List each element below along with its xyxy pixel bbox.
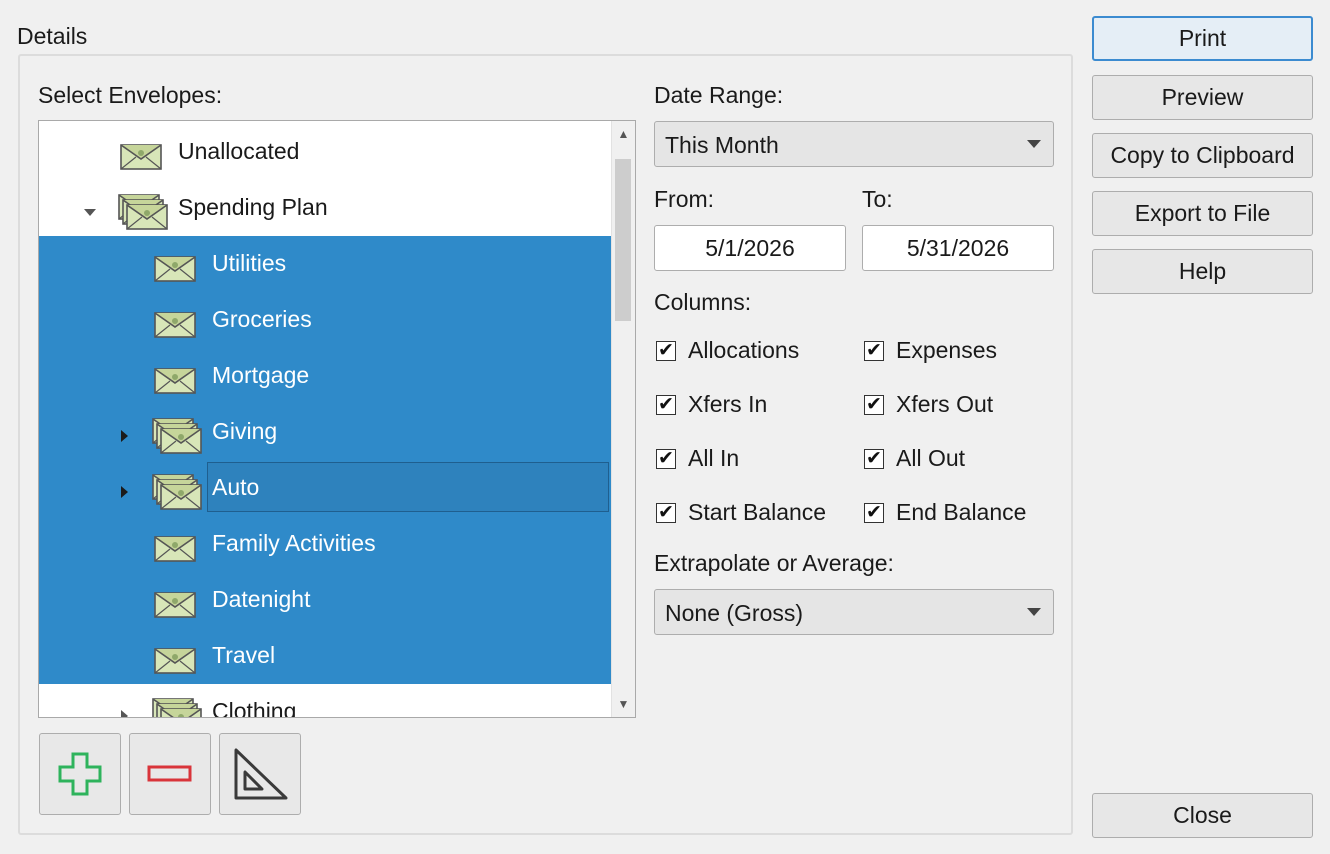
envelope-icon bbox=[151, 583, 199, 618]
envelope-stack-icon bbox=[117, 191, 168, 230]
set-square-button[interactable] bbox=[219, 733, 301, 815]
tree-item[interactable]: Clothing bbox=[39, 684, 612, 718]
date-range-label: Date Range: bbox=[654, 82, 784, 108]
checkbox-label: Xfers In bbox=[688, 391, 768, 417]
tree-item-label: Family Activities bbox=[212, 530, 376, 556]
from-date-field[interactable]: 5/1/2026 bbox=[654, 225, 846, 271]
checkbox-check-icon: ✔ bbox=[864, 394, 884, 415]
tree-item-label: Datenight bbox=[212, 586, 311, 612]
checkbox-check-icon: ✔ bbox=[656, 394, 676, 415]
envelope-tree[interactable]: Unallocated Spending Plan Utilities Groc… bbox=[38, 120, 636, 718]
plus-icon bbox=[58, 752, 102, 796]
select-envelopes-label: Select Envelopes: bbox=[38, 82, 223, 108]
tree-item-label: Utilities bbox=[212, 250, 287, 276]
all-out-checkbox[interactable]: ✔ All Out bbox=[864, 445, 965, 472]
tree-item[interactable]: Spending Plan bbox=[39, 180, 612, 236]
collapsed-caret-icon[interactable] bbox=[117, 478, 131, 498]
tree-item[interactable]: Travel bbox=[39, 628, 612, 684]
date-range-value: This Month bbox=[665, 132, 779, 158]
set-square-icon bbox=[234, 748, 288, 800]
tree-item-label: Groceries bbox=[212, 306, 312, 332]
minus-icon bbox=[147, 765, 192, 782]
checkbox-label: Allocations bbox=[688, 337, 800, 363]
close-button[interactable]: Close bbox=[1092, 793, 1313, 838]
print-button[interactable]: Print bbox=[1092, 16, 1313, 61]
collapsed-caret-icon[interactable] bbox=[117, 422, 131, 442]
checkbox-label: Xfers Out bbox=[896, 391, 994, 417]
extrapolate-label: Extrapolate or Average: bbox=[654, 550, 894, 576]
preview-button[interactable]: Preview bbox=[1092, 75, 1313, 120]
tree-item[interactable]: Utilities bbox=[39, 236, 612, 292]
checkbox-label: Expenses bbox=[896, 337, 998, 363]
envelope-stack-icon bbox=[151, 695, 202, 717]
checkbox-label: Start Balance bbox=[688, 499, 827, 525]
help-button[interactable]: Help bbox=[1092, 249, 1313, 294]
tree-item-label: Unallocated bbox=[178, 138, 300, 164]
end-balance-checkbox[interactable]: ✔ End Balance bbox=[864, 499, 1026, 526]
chevron-down-icon bbox=[1027, 608, 1041, 616]
envelope-icon bbox=[151, 639, 199, 674]
checkbox-label: All In bbox=[688, 445, 740, 471]
add-envelope-button[interactable] bbox=[39, 733, 121, 815]
envelope-icon bbox=[151, 247, 199, 282]
tree-item[interactable]: Family Activities bbox=[39, 516, 612, 572]
envelope-icon bbox=[151, 527, 199, 562]
checkbox-check-icon: ✔ bbox=[656, 340, 676, 361]
export-to-file-button[interactable]: Export to File bbox=[1092, 191, 1313, 236]
checkbox-check-icon: ✔ bbox=[864, 448, 884, 469]
checkbox-check-icon: ✔ bbox=[656, 502, 676, 523]
group-title: Details bbox=[17, 23, 88, 49]
envelope-icon bbox=[151, 359, 199, 394]
envelope-stack-icon bbox=[151, 415, 202, 454]
checkbox-check-icon: ✔ bbox=[656, 448, 676, 469]
chevron-down-icon bbox=[1027, 140, 1041, 148]
scroll-down-icon[interactable]: ▼ bbox=[612, 691, 635, 717]
checkbox-check-icon: ✔ bbox=[864, 340, 884, 361]
tree-item-label: Clothing bbox=[212, 698, 297, 718]
tree-scrollbar[interactable]: ▲ ▼ bbox=[611, 121, 635, 717]
envelope-icon bbox=[151, 303, 199, 338]
checkbox-label: All Out bbox=[896, 445, 966, 471]
date-range-select[interactable]: This Month bbox=[654, 121, 1054, 167]
tree-item[interactable]: Auto bbox=[39, 460, 612, 516]
start-balance-checkbox[interactable]: ✔ Start Balance bbox=[656, 499, 826, 526]
expanded-caret-icon[interactable] bbox=[83, 198, 97, 216]
copy-to-clipboard-button[interactable]: Copy to Clipboard bbox=[1092, 133, 1313, 178]
allocations-checkbox[interactable]: ✔ Allocations bbox=[656, 337, 799, 364]
tree-item[interactable]: Datenight bbox=[39, 572, 612, 628]
tree-item[interactable]: Mortgage bbox=[39, 348, 612, 404]
expenses-checkbox[interactable]: ✔ Expenses bbox=[864, 337, 997, 364]
scroll-thumb[interactable] bbox=[615, 159, 631, 321]
tree-item-label: Travel bbox=[212, 642, 276, 668]
tree-item[interactable]: Groceries bbox=[39, 292, 612, 348]
envelope-stack-icon bbox=[151, 471, 202, 510]
focus-rectangle bbox=[207, 462, 609, 512]
extrapolate-value: None (Gross) bbox=[665, 600, 804, 626]
checkbox-check-icon: ✔ bbox=[864, 502, 884, 523]
tree-item-label: Auto bbox=[212, 474, 260, 500]
all-in-checkbox[interactable]: ✔ All In bbox=[656, 445, 739, 472]
checkbox-label: End Balance bbox=[896, 499, 1027, 525]
to-label: To: bbox=[862, 186, 893, 212]
xfers-out-checkbox[interactable]: ✔ Xfers Out bbox=[864, 391, 993, 418]
tree-item-label: Mortgage bbox=[212, 362, 310, 388]
collapsed-caret-icon[interactable] bbox=[117, 702, 131, 717]
tree-item[interactable]: Unallocated bbox=[39, 124, 612, 180]
tree-item-label: Spending Plan bbox=[178, 194, 328, 220]
extrapolate-select[interactable]: None (Gross) bbox=[654, 589, 1054, 635]
envelope-icon bbox=[117, 135, 165, 170]
to-date-field[interactable]: 5/31/2026 bbox=[862, 225, 1054, 271]
tree-item-label: Giving bbox=[212, 418, 278, 444]
scroll-up-icon[interactable]: ▲ bbox=[612, 121, 635, 147]
tree-item[interactable]: Giving bbox=[39, 404, 612, 460]
columns-label: Columns: bbox=[654, 289, 752, 315]
xfers-in-checkbox[interactable]: ✔ Xfers In bbox=[656, 391, 767, 418]
from-label: From: bbox=[654, 186, 715, 212]
remove-envelope-button[interactable] bbox=[129, 733, 211, 815]
